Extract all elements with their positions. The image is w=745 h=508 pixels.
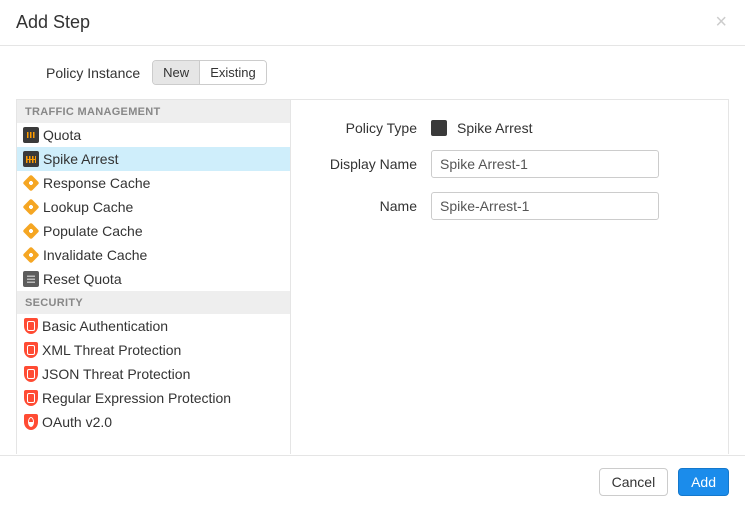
policy-item[interactable]: Regular Expression Protection [17,386,290,410]
policy-item-label: Reset Quota [43,271,122,287]
display-name-label: Display Name [311,156,431,172]
policy-type-value: Spike Arrest [457,120,532,136]
policy-item-label: Lookup Cache [43,199,133,215]
modal-title: Add Step [16,12,90,33]
reset-quota-icon [23,271,39,287]
policy-item-label: Regular Expression Protection [42,390,231,406]
modal-footer: Cancel Add [0,455,745,508]
policy-list: Quota Spike Arrest Response Cache Lookup Ca… [17,123,290,291]
close-icon[interactable]: × [715,12,727,32]
policy-type-row: Policy Type Spike Arrest [311,120,698,136]
name-input[interactable] [431,192,659,220]
category-header: TRAFFIC MANAGEMENT [17,100,290,123]
policy-item[interactable]: Populate Cache [17,219,290,243]
policy-type-label: Policy Type [311,120,431,136]
policy-item[interactable]: Quota [17,123,290,147]
policy-form-panel: Policy Type Spike Arrest Display Name Na… [291,100,728,454]
policy-item[interactable]: Spike Arrest [17,147,290,171]
cancel-button[interactable]: Cancel [599,468,669,496]
policy-item-label: Invalidate Cache [43,247,147,263]
shield-icon [24,318,38,334]
policy-item[interactable]: Lookup Cache [17,195,290,219]
instance-existing-button[interactable]: Existing [199,61,266,84]
policy-item[interactable]: OAuth v2.0 [17,410,290,434]
spike-arrest-icon [23,151,39,167]
cache-icon [23,223,40,240]
policy-item[interactable]: Invalidate Cache [17,243,290,267]
policy-type-value-wrap: Spike Arrest [431,120,532,136]
policy-item[interactable]: JSON Threat Protection [17,362,290,386]
policy-item[interactable]: XML Threat Protection [17,338,290,362]
add-button[interactable]: Add [678,468,729,496]
policy-item-label: Spike Arrest [43,151,118,167]
policy-item-label: Populate Cache [43,223,143,239]
oauth-icon [24,414,38,430]
policy-sidebar: TRAFFIC MANAGEMENT Quota Spike Arrest Respo… [17,100,291,454]
modal-body: Policy Instance New Existing TRAFFIC MAN… [0,46,745,454]
policy-item[interactable]: Reset Quota [17,267,290,291]
display-name-input[interactable] [431,150,659,178]
category-header: SECURITY [17,291,290,314]
content-wrap: TRAFFIC MANAGEMENT Quota Spike Arrest Respo… [16,99,729,454]
policy-instance-row: Policy Instance New Existing [16,60,729,99]
policy-item[interactable]: Basic Authentication [17,314,290,338]
policy-item-label: XML Threat Protection [42,342,181,358]
shield-icon [24,342,38,358]
modal-header: Add Step × [0,0,745,46]
instance-toggle-group: New Existing [152,60,267,85]
shield-icon [24,390,38,406]
policy-list: Basic Authentication XML Threat Protectio… [17,314,290,434]
name-row: Name [311,192,698,220]
cache-icon [23,247,40,264]
cache-icon [23,175,40,192]
policy-item[interactable]: Response Cache [17,171,290,195]
policy-instance-label: Policy Instance [46,65,140,81]
policy-item-label: JSON Threat Protection [42,366,190,382]
policy-item-label: Response Cache [43,175,150,191]
policy-item-label: OAuth v2.0 [42,414,112,430]
instance-new-button[interactable]: New [153,61,199,84]
cache-icon [23,199,40,216]
name-label: Name [311,198,431,214]
display-name-row: Display Name [311,150,698,178]
quota-icon [23,127,39,143]
shield-icon [24,366,38,382]
spike-arrest-icon [431,120,447,136]
policy-item-label: Basic Authentication [42,318,168,334]
policy-item-label: Quota [43,127,81,143]
